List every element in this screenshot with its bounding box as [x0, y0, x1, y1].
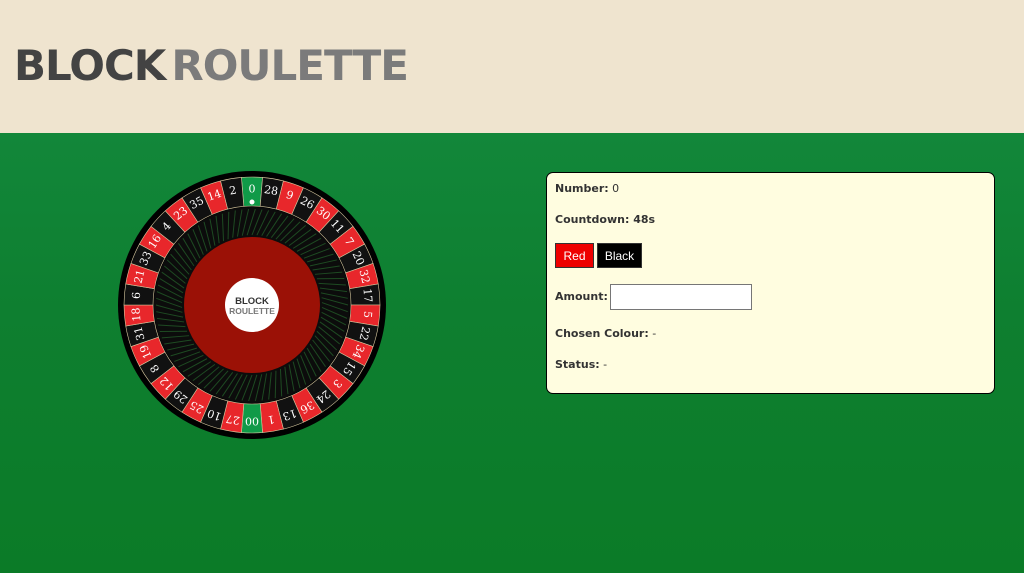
- pocket-number: 28: [263, 183, 279, 198]
- number-value: 0: [612, 182, 620, 195]
- countdown-row: Countdown: 48s: [555, 213, 655, 226]
- chosen-colour-row: Chosen Colour: -: [555, 327, 656, 340]
- chosen-colour-label: Chosen Colour:: [555, 327, 649, 340]
- roulette-wheel-graphic: 0 28 9 263011720321752234153243613100271025…: [118, 171, 386, 439]
- number-row: Number: 0: [555, 182, 619, 195]
- pocket-number: 17: [361, 288, 375, 303]
- countdown-value: 48s: [633, 213, 656, 226]
- roulette-ball: [249, 199, 255, 205]
- status-value: -: [603, 358, 608, 371]
- roulette-wheel: 0 28 9 26 30 11 7 20 32 17 5 22 34 15 3 24 36 13 1 00 27 10 25…: [117, 170, 387, 440]
- pocket-number: 27: [225, 412, 241, 427]
- block-roulette-logo: BLOCK ROULETTE: [14, 40, 409, 92]
- amount-label: Amount:: [555, 290, 608, 303]
- colour-buttons: Red Black: [555, 243, 642, 268]
- chosen-colour-value: -: [652, 327, 657, 340]
- pocket-number: 00: [245, 415, 259, 428]
- black-button[interactable]: Black: [597, 243, 642, 268]
- status-label: Status:: [555, 358, 600, 371]
- pocket-number: 6: [130, 291, 144, 299]
- number-label: Number:: [555, 182, 609, 195]
- amount-input[interactable]: [609, 284, 752, 310]
- header-bar: BLOCK ROULETTE: [0, 0, 1024, 133]
- pocket-number: 18: [129, 307, 143, 322]
- countdown-label: Countdown:: [555, 213, 630, 226]
- status-row: Status: -: [555, 358, 607, 371]
- betting-panel: Number: 0 Countdown: 48s Red Black Amount…: [546, 172, 995, 394]
- pocket-number: 5: [361, 311, 375, 319]
- amount-row: Amount:: [555, 284, 752, 310]
- red-button[interactable]: Red: [555, 243, 594, 268]
- hub-label-line2: ROULETTE: [229, 306, 275, 316]
- pocket-number: 0: [249, 183, 256, 196]
- logo-word-block: BLOCK: [14, 41, 166, 90]
- logo-word-roulette: ROULETTE: [171, 41, 409, 90]
